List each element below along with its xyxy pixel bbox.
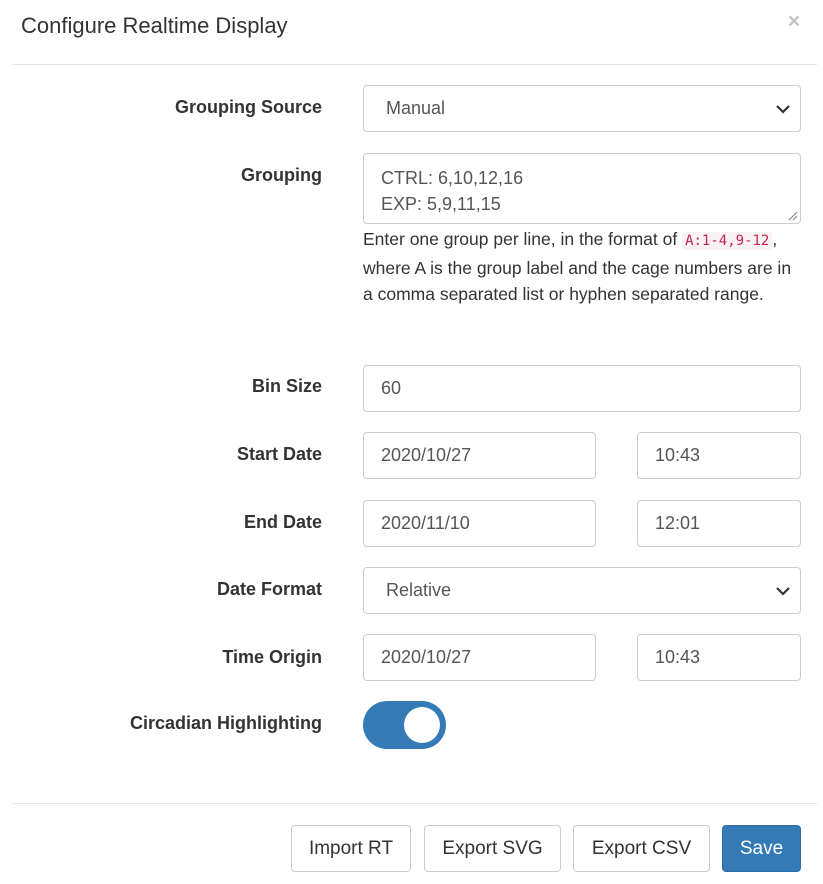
import-rt-button[interactable]: Import RT [291, 825, 411, 872]
grouping-help-text: Enter one group per line, in the format … [363, 226, 803, 308]
start-time-input[interactable]: 10:43 [637, 432, 801, 479]
end-date-label: End Date [243, 512, 322, 532]
end-date-value: 2020/11/10 [381, 513, 470, 533]
grouping-source-select[interactable]: Manual [363, 85, 801, 132]
export-csv-button[interactable]: Export CSV [573, 825, 710, 872]
date-format-value: Relative [386, 580, 452, 600]
grouping-source-value: Manual [386, 98, 446, 118]
time-origin-label: Time Origin [222, 647, 322, 667]
help-text-prefix: Enter one group per line, in the format … [363, 229, 683, 249]
date-format-select[interactable]: Relative [363, 567, 801, 614]
circadian-highlighting-toggle[interactable] [363, 701, 446, 749]
modal-title: Configure Realtime Display [21, 13, 288, 38]
grouping-textarea[interactable]: CTRL: 6,10,12,16 EXP: 5,9,11,15 [363, 153, 801, 224]
bin-size-input[interactable]: 60 [363, 365, 801, 412]
save-button[interactable]: Save [722, 825, 801, 872]
resize-grip-icon[interactable] [786, 209, 798, 221]
bin-size-label: Bin Size [251, 376, 322, 396]
help-format-code: A:1-4,9-12 [682, 232, 773, 250]
toggle-knob [404, 707, 440, 743]
grouping-line: CTRL: 6,10,12,16 [381, 168, 524, 188]
configure-realtime-display-dialog: Configure Realtime Display × Grouping So… [0, 0, 823, 884]
grouping-line: EXP: 5,9,11,15 [381, 194, 501, 214]
header-divider [12, 64, 817, 65]
export-svg-button[interactable]: Export SVG [424, 825, 561, 872]
start-time-value: 10:43 [655, 445, 701, 465]
end-time-value: 12:01 [655, 513, 701, 533]
modal-header: Configure Realtime Display × [0, 0, 823, 64]
start-date-value: 2020/10/27 [381, 445, 472, 465]
start-date-input[interactable]: 2020/10/27 [363, 432, 596, 479]
time-origin-date-input[interactable]: 2020/10/27 [363, 634, 596, 681]
end-time-input[interactable]: 12:01 [637, 500, 801, 547]
time-origin-time-input[interactable]: 10:43 [637, 634, 801, 681]
close-button[interactable]: × [783, 10, 805, 34]
time-origin-date-value: 2020/10/27 [381, 647, 472, 667]
grouping-source-label: Grouping Source [174, 97, 322, 117]
circadian-highlighting-label: Circadian Highlighting [130, 713, 322, 733]
end-date-input[interactable]: 2020/11/10 [363, 500, 596, 547]
date-format-label: Date Format [216, 579, 322, 599]
time-origin-time-value: 10:43 [655, 647, 701, 667]
footer-divider [12, 803, 817, 804]
chevron-down-icon [776, 586, 790, 596]
bin-size-value: 60 [381, 378, 402, 398]
chevron-down-icon [776, 104, 790, 114]
start-date-label: Start Date [236, 444, 322, 464]
grouping-label: Grouping [241, 165, 322, 185]
